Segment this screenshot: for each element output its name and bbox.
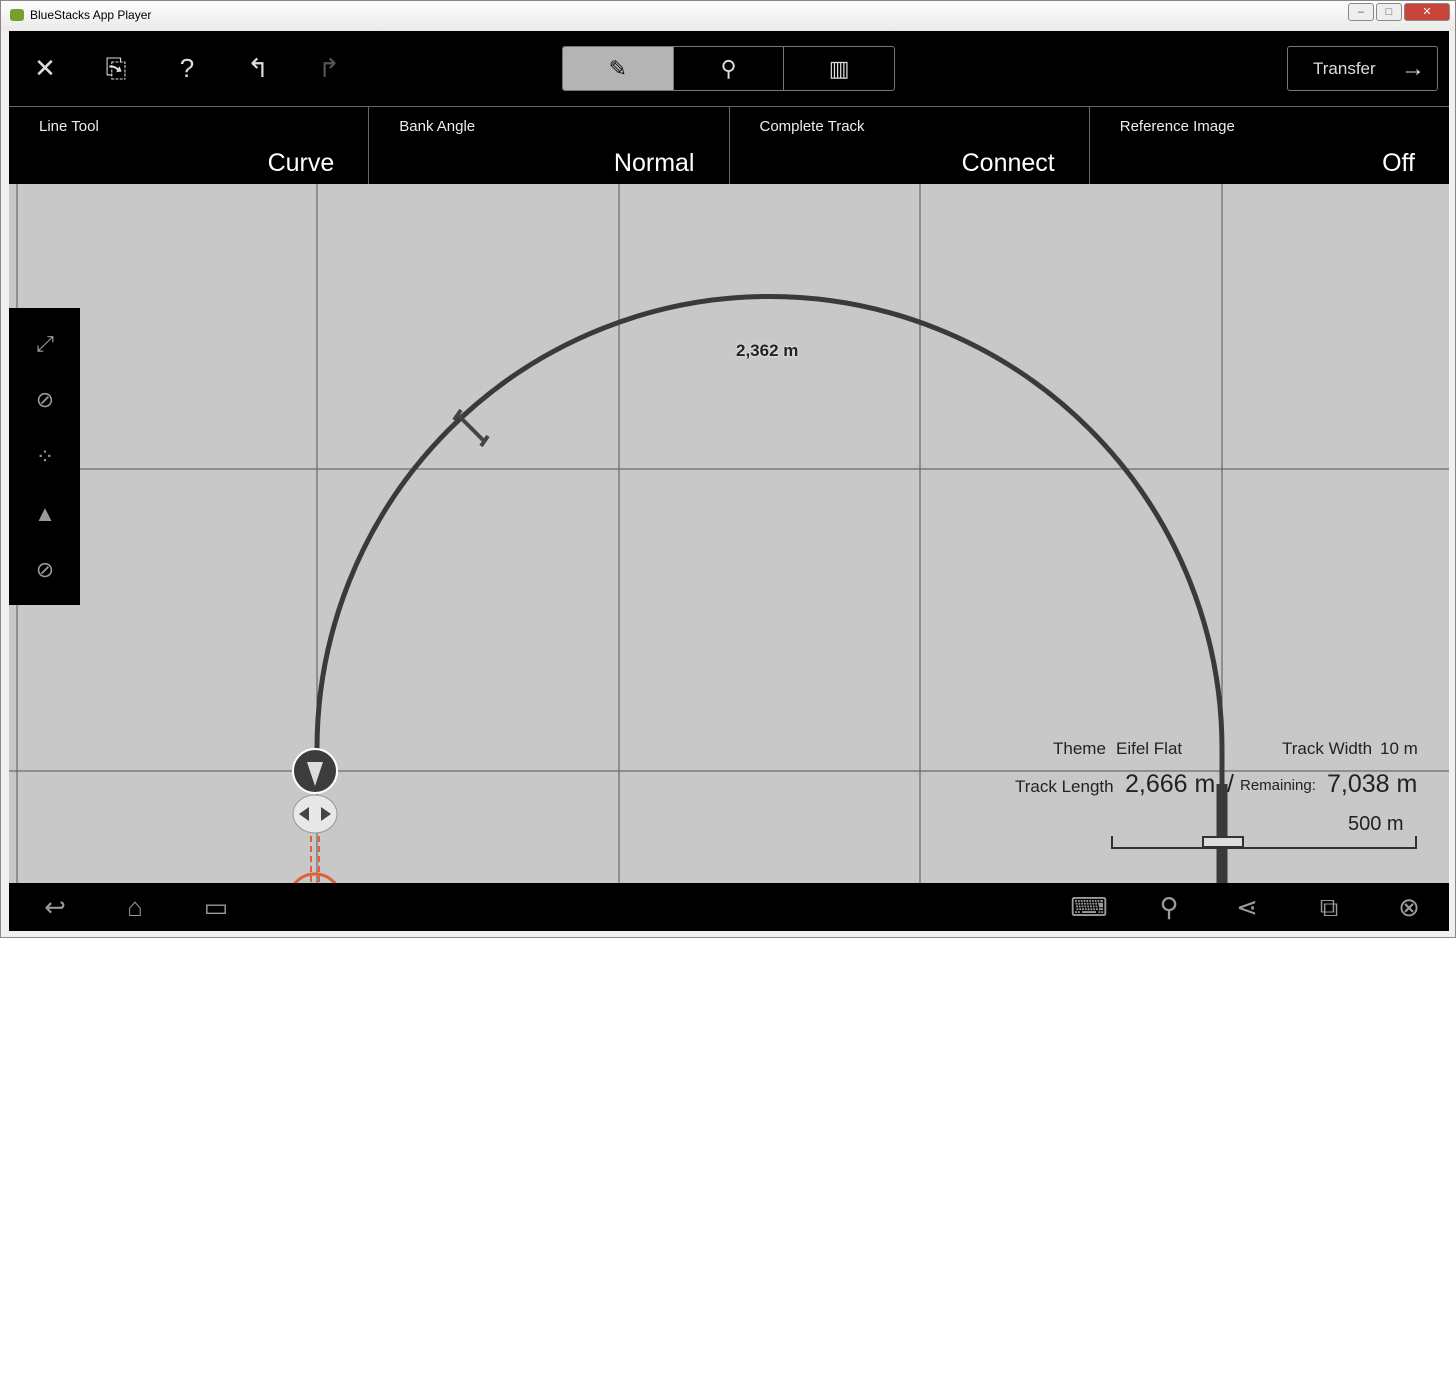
mode-selector: ✎ ⚲ ▥: [562, 46, 895, 91]
track-length-label: Track Length: [1015, 777, 1114, 796]
close-app-icon[interactable]: ⊗: [1387, 891, 1431, 923]
setting-value: Connect: [961, 149, 1055, 177]
theme-label: Theme: [1053, 739, 1106, 758]
theme-value: Eifel Flat: [1116, 739, 1183, 758]
location-pin-icon: ⚲: [720, 55, 737, 81]
close-icon[interactable]: ✕: [30, 53, 60, 83]
scale-bar: [1111, 836, 1417, 849]
android-nav-bar: ↩ ⌂ ▭ ⌨ ⚲ ⋖ ⧉ ⊗: [9, 883, 1449, 931]
app-window: BlueStacks App Player – □ ✕ ✕ ⎘ ? ↰ ↱ ✎ …: [0, 0, 1456, 938]
start-handle[interactable]: [289, 748, 341, 883]
remaining-label: Remaining:: [1240, 777, 1316, 794]
edit-mode-button[interactable]: ✎: [563, 47, 674, 90]
window-title: BlueStacks App Player: [30, 8, 152, 22]
setting-label: Bank Angle: [399, 118, 476, 135]
track-map[interactable]: 2,362 m ⤢ ⊘ ⁘ ▲ ⊘ Theme Eifel Flat Track…: [9, 184, 1449, 883]
track-width-value: 10 m: [1380, 739, 1418, 758]
segment-marker[interactable]: [452, 408, 490, 448]
setting-value: Off: [1382, 149, 1415, 177]
bluestacks-logo-icon: [10, 9, 24, 21]
share-icon[interactable]: ⋖: [1225, 891, 1269, 923]
back-icon[interactable]: ↩: [33, 891, 77, 923]
help-icon[interactable]: ?: [172, 53, 202, 83]
marker-mode-button[interactable]: ⚲: [674, 47, 785, 90]
minimize-button[interactable]: –: [1348, 3, 1374, 21]
no-flight-icon[interactable]: ⊘: [29, 384, 61, 416]
nodes-icon[interactable]: ⁘: [29, 441, 61, 473]
recent-apps-icon[interactable]: ▭: [194, 891, 238, 923]
save-icon[interactable]: ⎘: [101, 53, 131, 83]
transfer-label: Transfer: [1313, 59, 1376, 78]
scale-label: 500 m: [1348, 813, 1404, 835]
setting-label: Line Tool: [39, 118, 99, 135]
maximize-button[interactable]: □: [1376, 3, 1402, 21]
location-icon[interactable]: ⚲: [1147, 891, 1191, 923]
setting-label: Reference Image: [1119, 118, 1235, 135]
setting-label: Complete Track: [759, 118, 865, 135]
home-icon[interactable]: ⌂: [113, 891, 157, 923]
terrain-icon[interactable]: ▲: [29, 498, 61, 530]
close-window-button[interactable]: ✕: [1404, 3, 1450, 21]
arrow-right-icon: →: [1401, 55, 1425, 82]
redo-icon[interactable]: ↱: [314, 53, 344, 83]
toolbar: ✕ ⎘ ? ↰ ↱ ✎ ⚲ ▥ Transfer →: [9, 31, 1449, 106]
setting-value: Curve: [267, 149, 335, 177]
side-tool-panel: ⤢ ⊘ ⁘ ▲ ⊘: [9, 308, 80, 605]
settings-bar: Line Tool Curve Bank Angle Normal Complete…: [9, 106, 1449, 184]
setting-value: Normal: [613, 149, 695, 177]
multi-window-icon[interactable]: ⧉: [1307, 891, 1351, 923]
setting-line-tool[interactable]: Line Tool Curve: [9, 107, 370, 184]
separator: /: [1227, 770, 1234, 798]
track-length-value: 2,666 m: [1125, 770, 1216, 798]
title-bar: BlueStacks App Player – □ ✕: [1, 1, 1455, 31]
fit-screen-icon[interactable]: ⤢: [29, 328, 61, 360]
no-image-icon[interactable]: ⊘: [29, 554, 61, 586]
segment-length-label: 2,362 m: [736, 341, 799, 360]
setting-complete-track[interactable]: Complete Track Connect: [730, 107, 1090, 184]
columns-icon: ▥: [828, 55, 850, 81]
setting-bank-angle[interactable]: Bank Angle Normal: [369, 107, 730, 184]
undo-icon[interactable]: ↰: [243, 53, 273, 83]
track-width-label: Track Width: [1282, 739, 1373, 758]
remaining-value: 7,038 m: [1327, 770, 1418, 798]
app-content: ✕ ⎘ ? ↰ ↱ ✎ ⚲ ▥ Transfer → Line Tool Curve…: [9, 31, 1449, 931]
keyboard-icon[interactable]: ⌨: [1067, 891, 1111, 923]
transfer-button[interactable]: Transfer →: [1287, 46, 1438, 91]
pencil-icon: ✎: [608, 55, 628, 81]
columns-mode-button[interactable]: ▥: [784, 47, 894, 90]
setting-reference-image[interactable]: Reference Image Off: [1090, 107, 1449, 184]
